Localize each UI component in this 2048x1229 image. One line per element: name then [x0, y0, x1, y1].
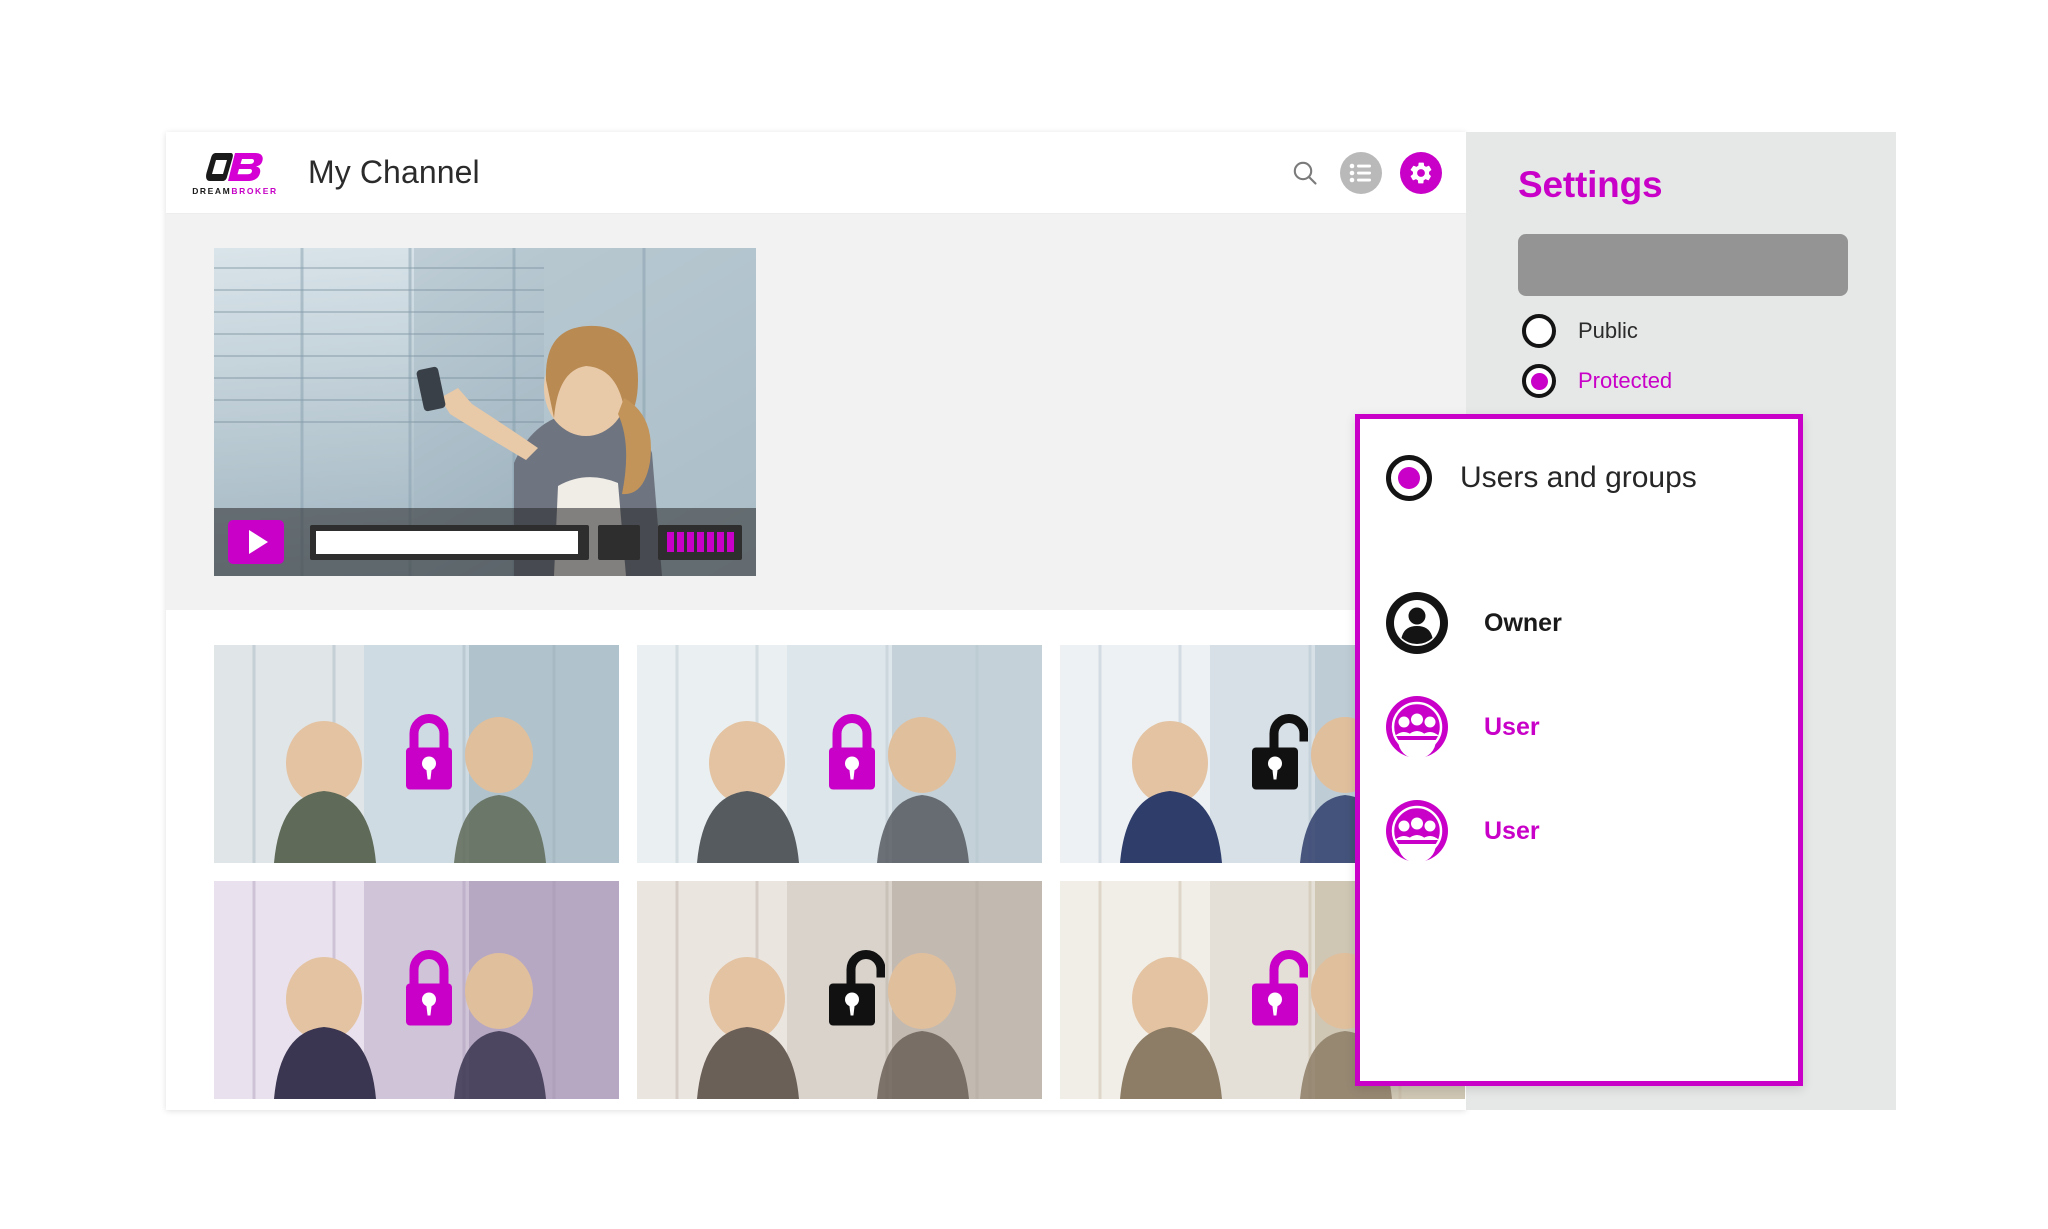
dialog-member-label: User — [1484, 816, 1540, 845]
dialog-member-row[interactable]: User — [1360, 675, 1798, 779]
volume-segment — [686, 532, 694, 552]
dialog-option-users-and-groups[interactable]: Users and groups — [1360, 419, 1798, 501]
thumbnail-lock-badge — [400, 712, 462, 797]
radio-public-label: Public — [1578, 318, 1638, 343]
logo-wordmark-dream: DREAM — [192, 185, 232, 196]
app-window: DREAMBROKER My Channel — [166, 132, 1466, 1110]
group-circle-icon — [1386, 800, 1448, 863]
dialog-option-label: Users and groups — [1460, 461, 1697, 494]
radio-users-groups-control[interactable] — [1386, 455, 1432, 501]
group-circle-icon — [1386, 696, 1448, 759]
dialog-member-list: Owner User User — [1360, 571, 1798, 883]
volume-segment — [666, 532, 674, 552]
search-icon — [1293, 161, 1317, 185]
thumbnail-lock-badge — [1246, 712, 1309, 797]
thumbnail-lock-badge — [400, 948, 462, 1033]
volume-meter[interactable] — [658, 524, 742, 560]
seek-progress-fill — [316, 530, 578, 554]
padlock-open-icon — [1252, 714, 1309, 790]
volume-segment — [676, 532, 684, 552]
play-button[interactable] — [228, 520, 284, 564]
logo-wordmark-broker: BROKER — [231, 185, 278, 196]
list-icon — [1349, 163, 1371, 182]
video-thumbnail[interactable]: Group of presenters on stage at event — [214, 881, 619, 1099]
thumbnail-lock-badge — [823, 948, 886, 1033]
dreambroker-logo[interactable]: DREAMBROKER — [192, 150, 278, 196]
video-grid-row: Group of presenters on stage at eventHan… — [214, 881, 1466, 1099]
logo-wordmark: DREAMBROKER — [192, 187, 278, 196]
padlock-closed-icon — [829, 714, 876, 790]
padlock-closed-icon — [406, 950, 453, 1026]
search-button[interactable] — [1288, 156, 1322, 190]
dialog-member-row[interactable]: User — [1360, 779, 1798, 883]
settings-name-input[interactable] — [1518, 234, 1848, 296]
thumbnail-lock-badge — [1246, 948, 1309, 1033]
dialog-member-label: User — [1484, 712, 1540, 741]
padlock-open-icon — [1252, 950, 1309, 1026]
padlock-open-icon — [829, 950, 886, 1026]
volume-segment — [716, 532, 724, 552]
radio-selected-dot — [1398, 467, 1420, 489]
hero-section — [166, 214, 1466, 610]
list-view-button[interactable] — [1340, 151, 1382, 194]
stop-button[interactable] — [598, 524, 640, 560]
app-header: DREAMBROKER My Channel — [166, 132, 1466, 214]
video-grid: Man in suit with laptop by office window… — [166, 610, 1466, 1099]
video-thumbnail[interactable]: Man in suit with laptop by office window — [214, 645, 619, 863]
seek-bar[interactable] — [310, 524, 589, 560]
radio-protected-label: Protected — [1578, 368, 1673, 393]
video-thumbnail[interactable]: Bearded man standing at desk with laptop — [637, 645, 1042, 863]
settings-heading: Settings — [1518, 164, 1663, 205]
video-grid-row: Man in suit with laptop by office window… — [214, 645, 1466, 863]
users-and-groups-dialog: Users and groups Owner User User — [1355, 414, 1803, 1086]
dialog-member-label: Owner — [1484, 608, 1562, 637]
person-circle-icon — [1386, 592, 1448, 654]
radio-selected-dot — [1530, 372, 1548, 390]
radio-option-public[interactable]: Public — [1522, 314, 1896, 348]
video-thumbnail[interactable]: Hands sorting printed photos on a table — [637, 881, 1042, 1099]
header-actions — [1288, 151, 1442, 194]
radio-option-protected[interactable]: Protected — [1522, 364, 1896, 398]
thumbnail-lock-badge — [823, 712, 885, 797]
padlock-closed-icon — [406, 714, 453, 790]
volume-segment — [696, 532, 704, 552]
page-title: My Channel — [308, 154, 480, 190]
play-icon — [249, 530, 268, 554]
video-player[interactable] — [214, 248, 756, 576]
dialog-member-row[interactable]: Owner — [1360, 571, 1798, 675]
volume-segment — [706, 532, 714, 552]
screenshot-root: DREAMBROKER My Channel Settings Public P… — [0, 0, 2048, 1229]
dreambroker-db-logo — [206, 152, 263, 181]
radio-protected-control[interactable] — [1522, 364, 1556, 398]
video-controls — [214, 508, 756, 576]
volume-segment — [726, 532, 734, 552]
radio-public-control[interactable] — [1522, 314, 1556, 348]
gear-icon — [1410, 162, 1432, 183]
settings-gear-button[interactable] — [1400, 151, 1442, 194]
